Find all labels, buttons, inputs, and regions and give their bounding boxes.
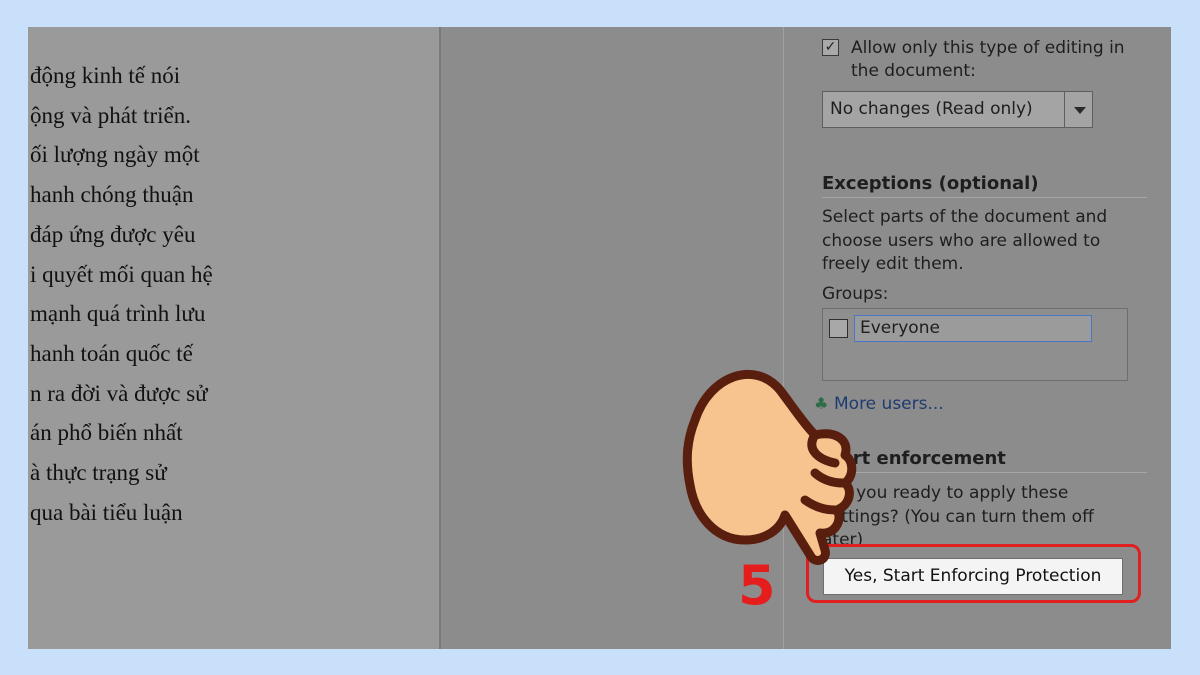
exceptions-description: Select parts of the document and choose … — [822, 207, 1108, 274]
allow-editing-label: Allow only this type of editing in the d… — [851, 38, 1125, 81]
section-divider — [822, 197, 1147, 198]
document-line: ối lượng ngày một — [30, 142, 200, 168]
document-line: n ra đời và được sử — [30, 380, 208, 406]
document-line: ộng và phát triển. — [30, 102, 191, 128]
document-line: án phổ biến nhất — [30, 420, 183, 446]
group-everyone-name[interactable]: Everyone — [854, 315, 1092, 342]
document-page: động kinh tế nói ộng và phát triển. ối l… — [28, 27, 439, 649]
document-line: hanh toán quốc tế — [30, 340, 193, 366]
allow-editing-checkbox[interactable]: ✓ — [822, 39, 839, 56]
editing-type-value: No changes (Read only) — [830, 99, 1033, 119]
step-number-label: 5 — [738, 554, 776, 617]
document-line: i quyết mối quan hệ — [30, 261, 213, 287]
dropdown-separator — [1064, 92, 1065, 127]
group-everyone-checkbox[interactable] — [829, 319, 848, 338]
chevron-down-icon[interactable] — [1074, 107, 1086, 114]
exceptions-title: Exceptions (optional) — [822, 173, 1039, 194]
groups-label: Groups: — [822, 284, 889, 304]
editing-type-dropdown[interactable]: No changes (Read only) — [822, 91, 1093, 128]
document-line: hanh chóng thuận — [30, 182, 194, 208]
document-text: động kinh tế nói ộng và phát triển. ối l… — [30, 56, 213, 532]
document-line: đáp ứng được yêu — [30, 221, 196, 247]
document-line: động kinh tế nói — [30, 63, 181, 88]
document-line: qua bài tiểu luận — [30, 499, 183, 525]
document-line: à thực trạng sử — [30, 460, 167, 486]
document-line: mạnh quá trình lưu — [30, 301, 206, 327]
screenshot-frame: động kinh tế nói ộng và phát triển. ối l… — [28, 27, 1171, 649]
